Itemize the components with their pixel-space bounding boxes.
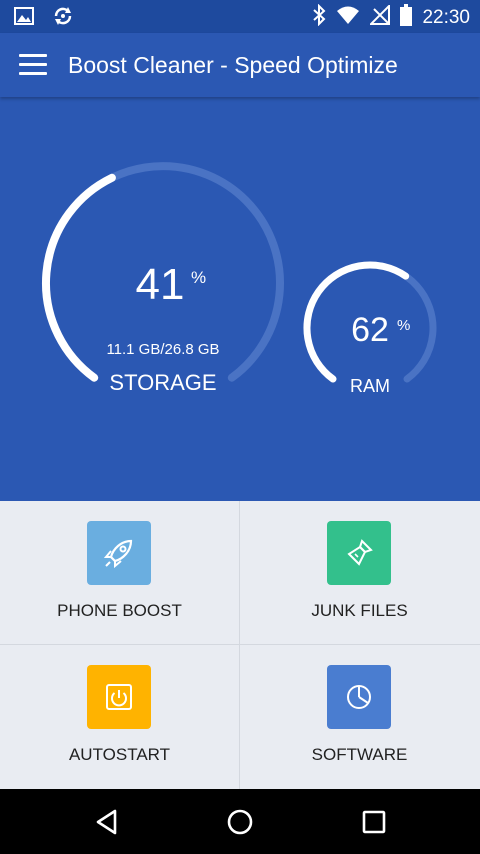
junk-files-label: JUNK FILES — [311, 601, 408, 620]
app-bar: Boost Cleaner - Speed Optimize — [0, 33, 480, 97]
phone-boost-tile[interactable]: PHONE BOOST — [0, 501, 239, 644]
app-title: Boost Cleaner - Speed Optimize — [68, 52, 398, 78]
software-label: SOFTWARE — [311, 745, 408, 764]
power-icon — [87, 665, 151, 729]
software-tile[interactable]: SOFTWARE — [240, 645, 479, 788]
autostart-label: AUTOSTART — [68, 745, 171, 764]
storage-percent-unit: % — [191, 268, 207, 287]
hamburger-menu-icon[interactable] — [19, 54, 47, 76]
storage-label: STORAGE — [109, 370, 217, 395]
grid-divider-vertical — [239, 501, 240, 789]
home-icon[interactable] — [225, 807, 255, 837]
broom-icon — [327, 521, 391, 585]
recents-icon[interactable] — [359, 807, 389, 837]
ram-label: RAM — [350, 376, 390, 396]
pie-chart-icon — [327, 665, 391, 729]
storage-detail: 11.1 GB/26.8 GB — [106, 341, 220, 358]
rocket-icon — [87, 521, 151, 585]
autostart-tile[interactable]: AUTOSTART — [0, 645, 239, 788]
back-icon[interactable] — [93, 807, 123, 837]
ram-percent-value: 62 — [351, 311, 389, 349]
phone-boost-label: PHONE BOOST — [57, 601, 182, 620]
grid-divider-horizontal — [0, 644, 480, 645]
navigation-bar — [0, 789, 480, 854]
ram-percent-unit: % — [397, 317, 411, 334]
junk-files-tile[interactable]: JUNK FILES — [240, 501, 479, 644]
feature-grid: PHONE BOOST JUNK FILES AUTOSTART SOFTWAR… — [0, 501, 480, 789]
